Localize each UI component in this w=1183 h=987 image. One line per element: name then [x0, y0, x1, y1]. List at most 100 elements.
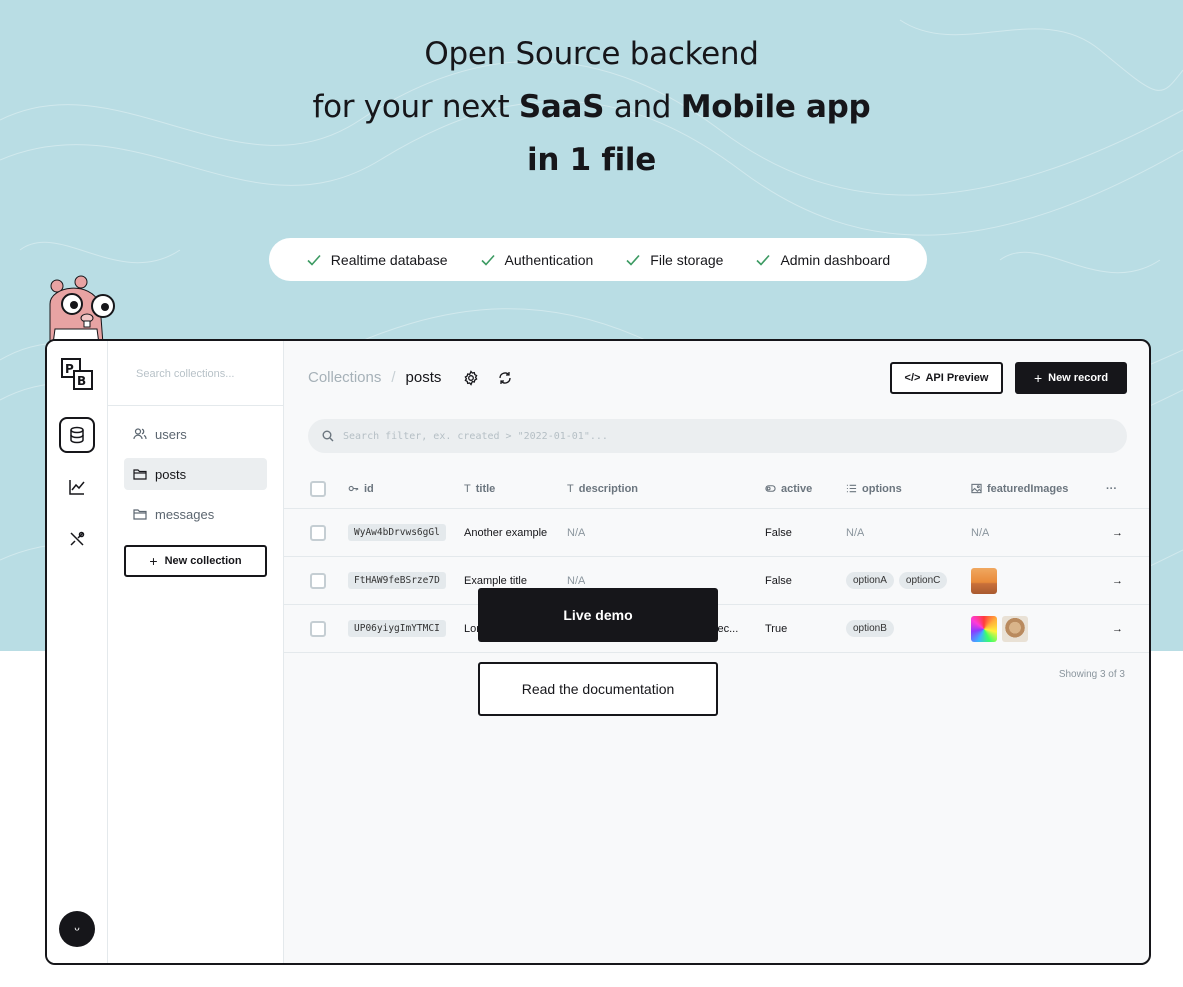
feature-label: Realtime database	[330, 251, 448, 268]
new-record-button[interactable]: + New record	[1015, 362, 1127, 394]
new-collection-label: New collection	[164, 555, 242, 567]
new-collection-button[interactable]: + New collection	[124, 545, 267, 577]
breadcrumb-root[interactable]: Collections	[308, 369, 381, 386]
search-filter-input[interactable]: Search filter, ex. created > "2022-01-01…	[308, 419, 1127, 453]
more-columns-icon[interactable]: ···	[1106, 469, 1117, 508]
column-label: title	[475, 482, 496, 495]
read-documentation-button[interactable]: Read the documentation	[478, 662, 718, 716]
select-all-checkbox[interactable]	[310, 469, 326, 508]
settings-nav-button[interactable]	[59, 521, 95, 557]
gear-icon[interactable]	[463, 369, 479, 386]
sidebar-item-posts[interactable]: posts	[124, 458, 267, 490]
record-active: True	[765, 622, 788, 635]
sidebar-item-users[interactable]: users	[124, 418, 267, 450]
option-chip: optionB	[846, 620, 894, 637]
record-id[interactable]: UP06yiygImYTMCI	[348, 620, 446, 637]
check-icon	[307, 254, 321, 266]
record-active: False	[765, 574, 792, 587]
folder-icon	[133, 469, 147, 480]
record-id[interactable]: WyAw4bDrvws6gGl	[348, 524, 446, 541]
search-collections-input[interactable]: Search collections...	[108, 341, 284, 406]
collections-sidebar: Search collections... users posts messag…	[108, 341, 284, 963]
column-header-active[interactable]: active	[765, 469, 812, 508]
feature-item: Realtime database	[306, 252, 448, 268]
image-icon	[971, 483, 982, 494]
column-label: active	[781, 482, 813, 495]
arrow-right-icon[interactable]: →	[1112, 557, 1123, 604]
column-label: options	[862, 482, 902, 495]
image-thumbnail-sunset[interactable]	[971, 567, 997, 594]
sidebar-item-label: users	[155, 426, 187, 442]
list-icon	[846, 484, 857, 493]
image-thumbnail-cat[interactable]	[1002, 615, 1028, 642]
svg-text:P: P	[65, 362, 74, 376]
feature-item: File storage	[625, 252, 723, 268]
headline-saas: SaaS	[518, 89, 605, 125]
column-header-title[interactable]: T title	[464, 469, 495, 508]
toggle-icon	[765, 485, 776, 492]
column-label: description	[578, 482, 639, 495]
image-thumbnail-rainbow[interactable]	[971, 615, 997, 642]
record-options: optionB	[846, 605, 894, 652]
arrow-right-icon[interactable]: →	[1112, 605, 1123, 652]
breadcrumb-current: posts	[405, 369, 442, 386]
text-type-icon: T	[464, 482, 471, 495]
check-icon	[756, 254, 771, 266]
table-row[interactable]: WyAw4bDrvws6gGl Another example N/A Fals…	[284, 509, 1149, 557]
column-header-featuredImages[interactable]: featuredImages	[971, 469, 1068, 508]
collections-nav-button[interactable]	[59, 417, 95, 453]
live-demo-button[interactable]: Live demo	[478, 588, 718, 642]
record-images	[971, 557, 997, 604]
records-panel: Collections / posts </> API Preview + Ne…	[284, 341, 1149, 963]
record-id[interactable]: FtHAW9feBSrze7D	[348, 572, 446, 589]
row-checkbox[interactable]	[310, 509, 326, 556]
record-images	[971, 605, 1028, 652]
column-header-id[interactable]: id	[348, 469, 374, 508]
filter-placeholder: Search filter, ex. created > "2022-01-01…	[343, 430, 608, 442]
column-header-description[interactable]: T description	[567, 469, 638, 508]
chart-line-icon	[69, 480, 85, 495]
new-record-label: New record	[1048, 372, 1109, 384]
svg-text:B: B	[77, 374, 86, 388]
hero-headline: Open Source backend for your next SaaS a…	[0, 28, 1183, 187]
feature-label: Authentication	[504, 251, 594, 268]
feature-label: Admin dashboard	[780, 251, 891, 268]
breadcrumb: Collections / posts	[308, 369, 513, 386]
record-options: N/A	[846, 526, 865, 539]
sidebar-item-messages[interactable]: messages	[124, 498, 267, 530]
headline-line2-pre: for your next	[312, 89, 519, 125]
record-images: N/A	[971, 526, 990, 539]
icon-rail: P B ᵕ	[47, 341, 108, 963]
logs-nav-button[interactable]	[59, 469, 95, 505]
column-label: featuredImages	[987, 482, 1069, 495]
sidebar-item-label: posts	[155, 466, 187, 482]
record-active: False	[765, 526, 792, 539]
database-icon	[70, 426, 84, 444]
api-preview-button[interactable]: </> API Preview	[890, 362, 1003, 394]
refresh-icon[interactable]	[497, 370, 513, 386]
users-icon	[133, 428, 147, 440]
text-type-icon: T	[567, 482, 574, 495]
api-preview-label: API Preview	[925, 372, 989, 384]
showing-count: Showing 3 of 3	[1058, 669, 1125, 680]
arrow-right-icon[interactable]: →	[1112, 509, 1123, 556]
folder-icon	[133, 509, 147, 520]
plus-icon: +	[1033, 370, 1043, 386]
column-header-options[interactable]: options	[846, 469, 902, 508]
features-pill: Realtime database Authentication File st…	[269, 238, 927, 281]
feature-label: File storage	[650, 251, 724, 268]
record-options: optionA optionC	[846, 557, 948, 604]
row-checkbox[interactable]	[310, 557, 326, 604]
gopher-mascot	[49, 275, 115, 344]
column-label: id	[364, 482, 374, 495]
avatar[interactable]: ᵕ	[59, 911, 95, 947]
table-header-row: id T title T description active options	[284, 469, 1149, 509]
check-icon	[626, 254, 640, 266]
row-checkbox[interactable]	[310, 605, 326, 652]
headline-line2-mid: and	[604, 89, 681, 125]
headline-line1: Open Source backend	[424, 36, 759, 72]
pocketbase-logo-icon[interactable]: P B	[61, 358, 93, 390]
headline-mobile: Mobile app	[680, 89, 871, 125]
record-title: Another example	[464, 526, 548, 539]
record-description: N/A	[567, 526, 586, 539]
